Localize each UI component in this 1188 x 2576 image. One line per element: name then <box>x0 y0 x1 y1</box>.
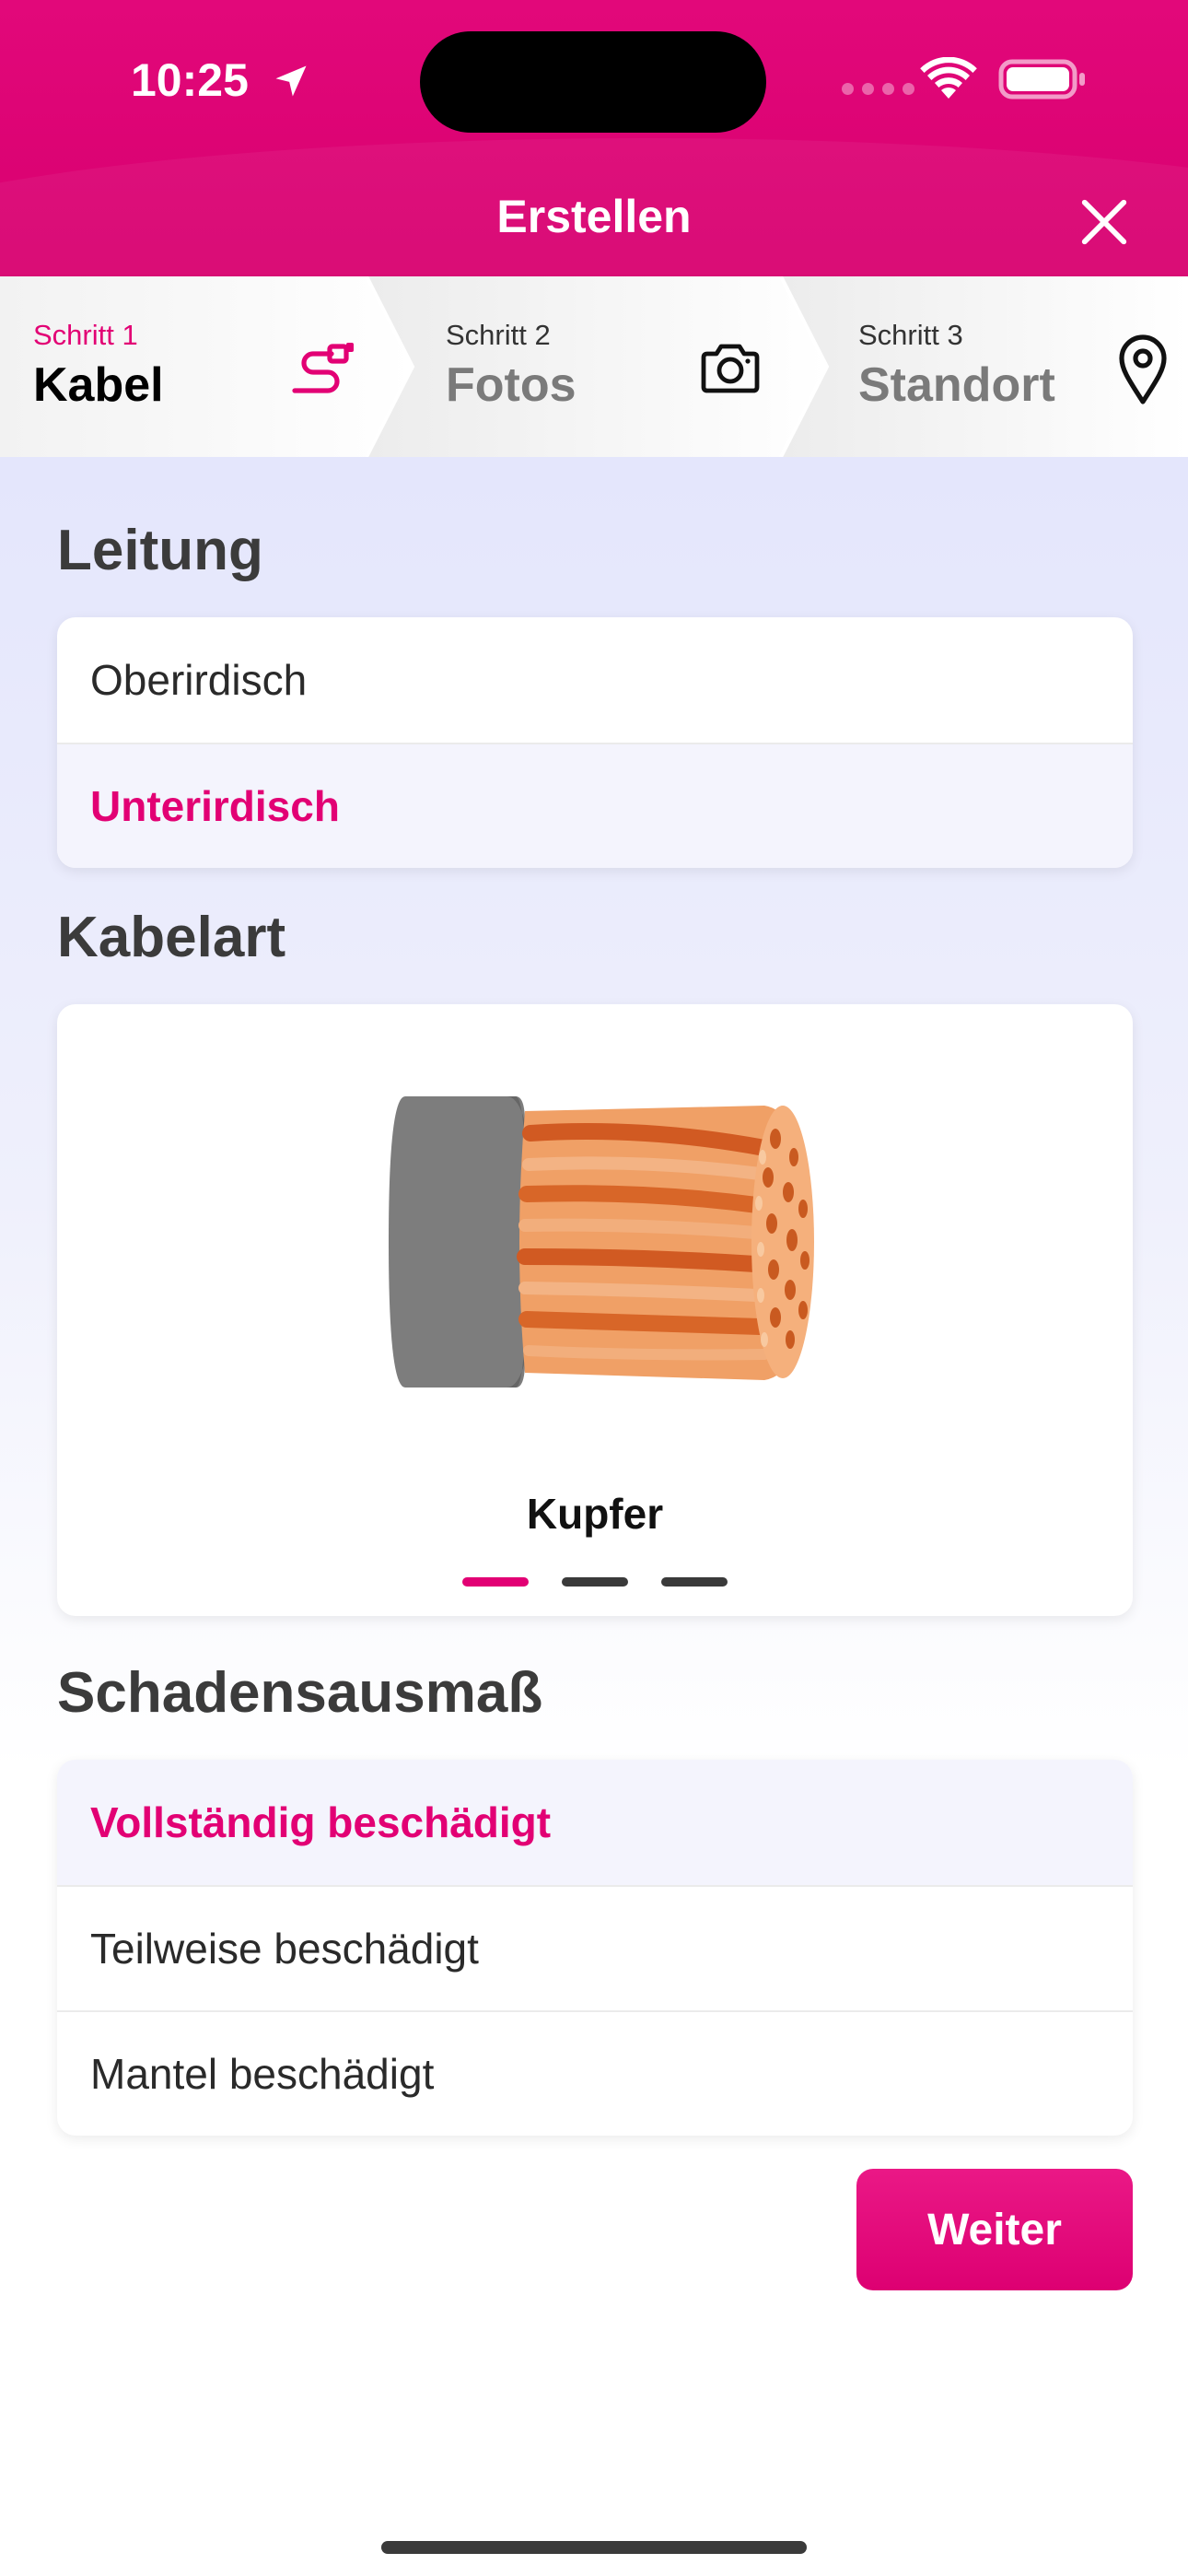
leitung-options: Oberirdisch Unterirdisch <box>57 617 1133 868</box>
option-vollstaendig-beschaedigt[interactable]: Vollständig beschädigt <box>57 1760 1133 1885</box>
home-indicator <box>381 2541 807 2554</box>
step-2-title: Fotos <box>446 358 577 412</box>
option-oberirdisch[interactable]: Oberirdisch <box>57 617 1133 743</box>
page-title: Erstellen <box>496 191 692 242</box>
stepper: Schritt 1 Kabel Schritt 2 Fotos Schritt … <box>0 276 1188 457</box>
pager-dot-2[interactable] <box>562 1577 628 1587</box>
section-title-kabelart: Kabelart <box>57 906 286 969</box>
kabelart-selected-label: Kupfer <box>526 1490 664 1538</box>
step-3-title: Standort <box>858 358 1055 412</box>
close-icon[interactable] <box>1077 195 1131 249</box>
cable-plug-icon <box>292 343 354 393</box>
option-unterirdisch[interactable]: Unterirdisch <box>57 743 1133 868</box>
kabelart-carousel[interactable]: Kupfer <box>57 1004 1133 1616</box>
option-teilweise-beschaedigt[interactable]: Teilweise beschädigt <box>57 1885 1133 2010</box>
location-arrow-icon <box>275 65 307 97</box>
pager-dot-1[interactable] <box>462 1577 529 1587</box>
cellular-signal-icon <box>842 83 914 95</box>
carousel-pager <box>462 1577 728 1587</box>
section-title-leitung: Leitung <box>57 519 263 582</box>
dynamic-island <box>420 31 766 133</box>
status-time: 10:25 <box>131 54 249 106</box>
step-1-title: Kabel <box>33 358 164 412</box>
copper-cable-illustration <box>389 1096 814 1388</box>
wifi-icon <box>920 57 977 99</box>
step-1-label: Schritt 1 <box>33 319 138 351</box>
app-header: 10:25 Erstellen <box>0 0 1188 276</box>
section-title-schadensausmass: Schadensausmaß <box>57 1661 543 1725</box>
option-mantel-beschaedigt[interactable]: Mantel beschädigt <box>57 2010 1133 2136</box>
pager-dot-3[interactable] <box>661 1577 728 1587</box>
location-pin-icon <box>1119 334 1167 404</box>
camera-icon <box>701 344 760 393</box>
next-button[interactable]: Weiter <box>856 2169 1133 2290</box>
schadensausmass-options: Vollständig beschädigt Teilweise beschäd… <box>57 1760 1133 2136</box>
step-2-label: Schritt 2 <box>446 319 551 351</box>
step-3-label: Schritt 3 <box>858 319 963 351</box>
battery-icon <box>998 59 1085 100</box>
